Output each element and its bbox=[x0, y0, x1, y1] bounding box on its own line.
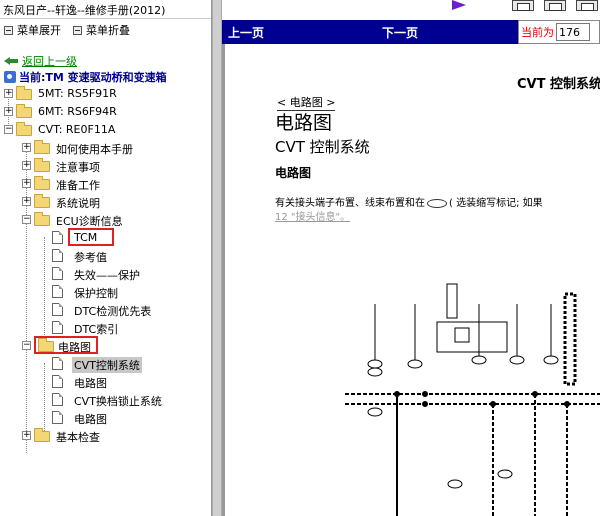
expand-icon[interactable]: + bbox=[4, 107, 13, 116]
collapse-icon[interactable]: − bbox=[22, 215, 31, 224]
expand-icon[interactable]: + bbox=[4, 89, 13, 98]
document-icon bbox=[52, 393, 63, 406]
collapse-icon[interactable]: − bbox=[22, 341, 31, 350]
tree-item-dtc-index[interactable]: DTC索引 bbox=[0, 319, 211, 337]
tree-item-protection[interactable]: 保护控制 bbox=[0, 283, 211, 301]
next-page-link[interactable]: 下一页 bbox=[382, 24, 418, 41]
expand-all-button[interactable]: 菜单展开 bbox=[4, 22, 61, 38]
document-icon bbox=[52, 231, 63, 244]
window-button[interactable] bbox=[544, 0, 566, 11]
back-arrow-icon bbox=[4, 56, 18, 66]
menu-icon bbox=[4, 25, 13, 35]
tree-item-6mt[interactable]: + 6MT: RS6F94R bbox=[0, 103, 211, 121]
manual-title: 东风日产--轩逸--维修手册(2012) bbox=[0, 0, 211, 19]
collapse-all-button[interactable]: 菜单折叠 bbox=[73, 22, 130, 38]
body-text: 有关接头端子布置、线束布置和在( 选装缩写标记; 如果 bbox=[275, 198, 543, 209]
folder-open-icon bbox=[16, 122, 32, 136]
menu-icon bbox=[73, 25, 82, 35]
highlight-box bbox=[34, 336, 98, 354]
folder-icon bbox=[34, 140, 50, 154]
current-location: 当前:TM 变速驱动桥和变速箱 bbox=[0, 69, 211, 85]
play-icon[interactable] bbox=[452, 0, 466, 10]
folder-icon bbox=[16, 104, 32, 118]
tree-item-system[interactable]: + 系统说明 bbox=[0, 193, 211, 211]
tree-item-wiring-diagram-2[interactable]: 电路图 bbox=[0, 409, 211, 427]
tree-item-wiring[interactable]: − 电路图 bbox=[0, 336, 211, 355]
tree-item-howto[interactable]: + 如何使用本手册 bbox=[0, 139, 211, 157]
tree-item-reference[interactable]: 参考值 bbox=[0, 247, 211, 265]
app-window: 东风日产--轩逸--维修手册(2012) 菜单展开 菜单折叠 返回上一级 当前:… bbox=[0, 0, 600, 516]
document-icon bbox=[52, 321, 63, 334]
document-icon bbox=[52, 249, 63, 262]
document-view: CVT 控制系统 < 电路图 > 电路图 CVT 控制系统 电路图 有关接头端子… bbox=[222, 44, 600, 516]
folder-open-icon bbox=[34, 212, 50, 226]
prev-page-link[interactable]: 上一页 bbox=[228, 24, 264, 41]
expand-icon[interactable]: + bbox=[22, 179, 31, 188]
document-icon bbox=[52, 267, 63, 280]
tree-item-failsafe[interactable]: 失效——保护 bbox=[0, 265, 211, 283]
connector-info-link[interactable]: 12 "接头信息"。 bbox=[275, 208, 350, 223]
page-title: 电路图 bbox=[275, 112, 333, 134]
location-icon bbox=[4, 71, 16, 83]
tree-item-5mt[interactable]: + 5MT: RS5F91R bbox=[0, 85, 211, 103]
page-indicator: 当前为 bbox=[518, 20, 600, 44]
tree-item-preparation[interactable]: + 准备工作 bbox=[0, 175, 211, 193]
tree-item-dtc-priority[interactable]: DTC检测优先表 bbox=[0, 301, 211, 319]
tree-toolbar: 菜单展开 菜单折叠 bbox=[0, 19, 211, 41]
document-icon bbox=[52, 285, 63, 298]
expand-icon[interactable]: + bbox=[22, 431, 31, 440]
pane-splitter[interactable] bbox=[212, 0, 222, 516]
page-number-input[interactable] bbox=[556, 23, 590, 41]
tree: + 5MT: RS5F91R + 6MT: RS6F94R − CVT: RE0… bbox=[0, 85, 211, 453]
folder-icon bbox=[34, 194, 50, 208]
expand-icon[interactable]: + bbox=[22, 161, 31, 170]
tree-item-precautions[interactable]: + 注意事项 bbox=[0, 157, 211, 175]
document-icon bbox=[52, 303, 63, 316]
folder-icon bbox=[34, 428, 50, 442]
tree-item-basic-check[interactable]: + 基本检查 bbox=[0, 427, 211, 445]
tree-item-tcm[interactable]: TCM bbox=[0, 228, 211, 247]
tree-item-cvt[interactable]: − CVT: RE0F11A bbox=[0, 121, 211, 139]
folder-icon bbox=[34, 176, 50, 190]
tree-item-shift-lock[interactable]: CVT换档锁止系统 bbox=[0, 391, 211, 409]
expand-icon[interactable]: + bbox=[22, 143, 31, 152]
folder-icon bbox=[16, 86, 32, 100]
document-icon bbox=[52, 375, 63, 388]
document-icon bbox=[52, 411, 63, 424]
content-pane: 上一页 下一页 当前为 CVT 控制系统 < 电路图 > 电路图 CVT 控制系… bbox=[222, 0, 600, 516]
collapse-icon[interactable]: − bbox=[4, 125, 13, 134]
section-title: 电路图 bbox=[275, 166, 312, 180]
tree-item-wiring-diagram[interactable]: 电路图 bbox=[0, 373, 211, 391]
expand-icon[interactable]: + bbox=[22, 197, 31, 206]
back-link[interactable]: 返回上一级 bbox=[0, 53, 211, 69]
tree-item-cvt-control[interactable]: CVT控制系统 bbox=[0, 355, 211, 373]
window-button[interactable] bbox=[576, 0, 598, 11]
nav-bar: 上一页 下一页 当前为 bbox=[222, 20, 600, 44]
highlight-box bbox=[68, 228, 114, 246]
wiring-diagram bbox=[345, 283, 600, 516]
page-subtitle: CVT 控制系统 bbox=[275, 138, 370, 156]
document-icon bbox=[52, 357, 63, 370]
oval-symbol-icon bbox=[427, 198, 447, 208]
page-header: CVT 控制系统 bbox=[517, 77, 600, 92]
current-page-label: 当前为 bbox=[521, 26, 554, 39]
folder-icon bbox=[34, 158, 50, 172]
tree-item-ecu[interactable]: − ECU诊断信息 bbox=[0, 211, 211, 229]
window-button[interactable] bbox=[512, 0, 534, 11]
tree-pane: 东风日产--轩逸--维修手册(2012) 菜单展开 菜单折叠 返回上一级 当前:… bbox=[0, 0, 212, 516]
